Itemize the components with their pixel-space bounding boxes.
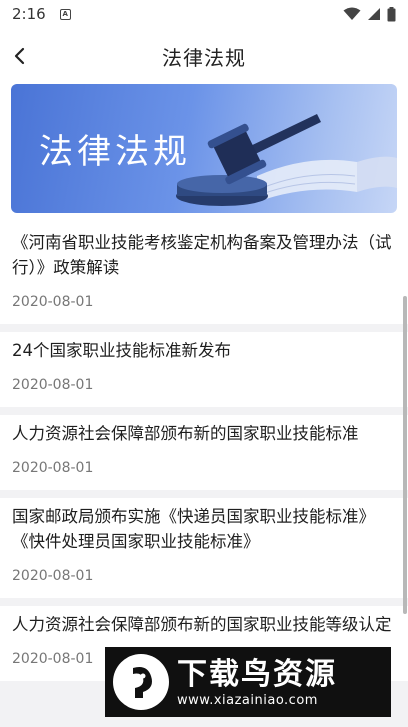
article-date: 2020-08-01 [12,568,94,584]
article-title: 人力资源社会保障部颁布新的国家职业技能等级认定 [12,615,392,634]
article-date: 2020-08-01 [12,460,94,476]
app-bar: 法律法规 [0,28,408,84]
banner: 法律法规 [11,84,397,213]
wifi-icon [343,7,361,20]
status-icons [343,6,396,22]
article-list: 《河南省职业技能考核鉴定机构备案及管理办法（试行）》政策解读 2020-08-0… [0,224,408,689]
watermark-name: 下载鸟资源 [177,656,337,692]
banner-title: 法律法规 [39,132,191,172]
list-item[interactable]: 国家邮政局颁布实施《快递员国家职业技能标准》《快件处理员国家职业技能标准》 20… [0,498,408,598]
list-item[interactable]: 《河南省职业技能考核鉴定机构备案及管理办法（试行）》政策解读 2020-08-0… [0,224,408,324]
status-bar: 2:16 A [0,0,408,28]
list-item[interactable]: 24个国家职业技能标准新发布 2020-08-01 [0,332,408,407]
page-title: 法律法规 [162,46,246,70]
article-title: 24个国家职业技能标准新发布 [12,341,231,360]
bird-logo-icon [113,654,169,710]
notification-a-icon: A [59,8,71,20]
article-date: 2020-08-01 [12,294,94,310]
article-date: 2020-08-01 [12,377,94,393]
watermark-overlay: 下载鸟资源 www.xiazainiao.com [105,647,391,717]
article-title: 人力资源社会保障部颁布新的国家职业技能标准 [12,424,359,443]
watermark-texts: 下载鸟资源 www.xiazainiao.com [177,657,337,708]
list-item[interactable]: 人力资源社会保障部颁布新的国家职业技能标准 2020-08-01 [0,415,408,490]
watermark-url: www.xiazainiao.com [177,692,318,708]
gavel-book-illustration [176,114,397,206]
status-time: 2:16 [12,5,46,23]
article-title: 国家邮政局颁布实施《快递员国家职业技能标准》《快件处理员国家职业技能标准》 [12,507,375,551]
banner-container: 法律法规 [0,84,408,224]
battery-icon [387,6,396,21]
article-title: 《河南省职业技能考核鉴定机构备案及管理办法（试行）》政策解读 [12,233,392,277]
scrollbar[interactable] [403,296,407,614]
signal-icon [368,8,380,20]
